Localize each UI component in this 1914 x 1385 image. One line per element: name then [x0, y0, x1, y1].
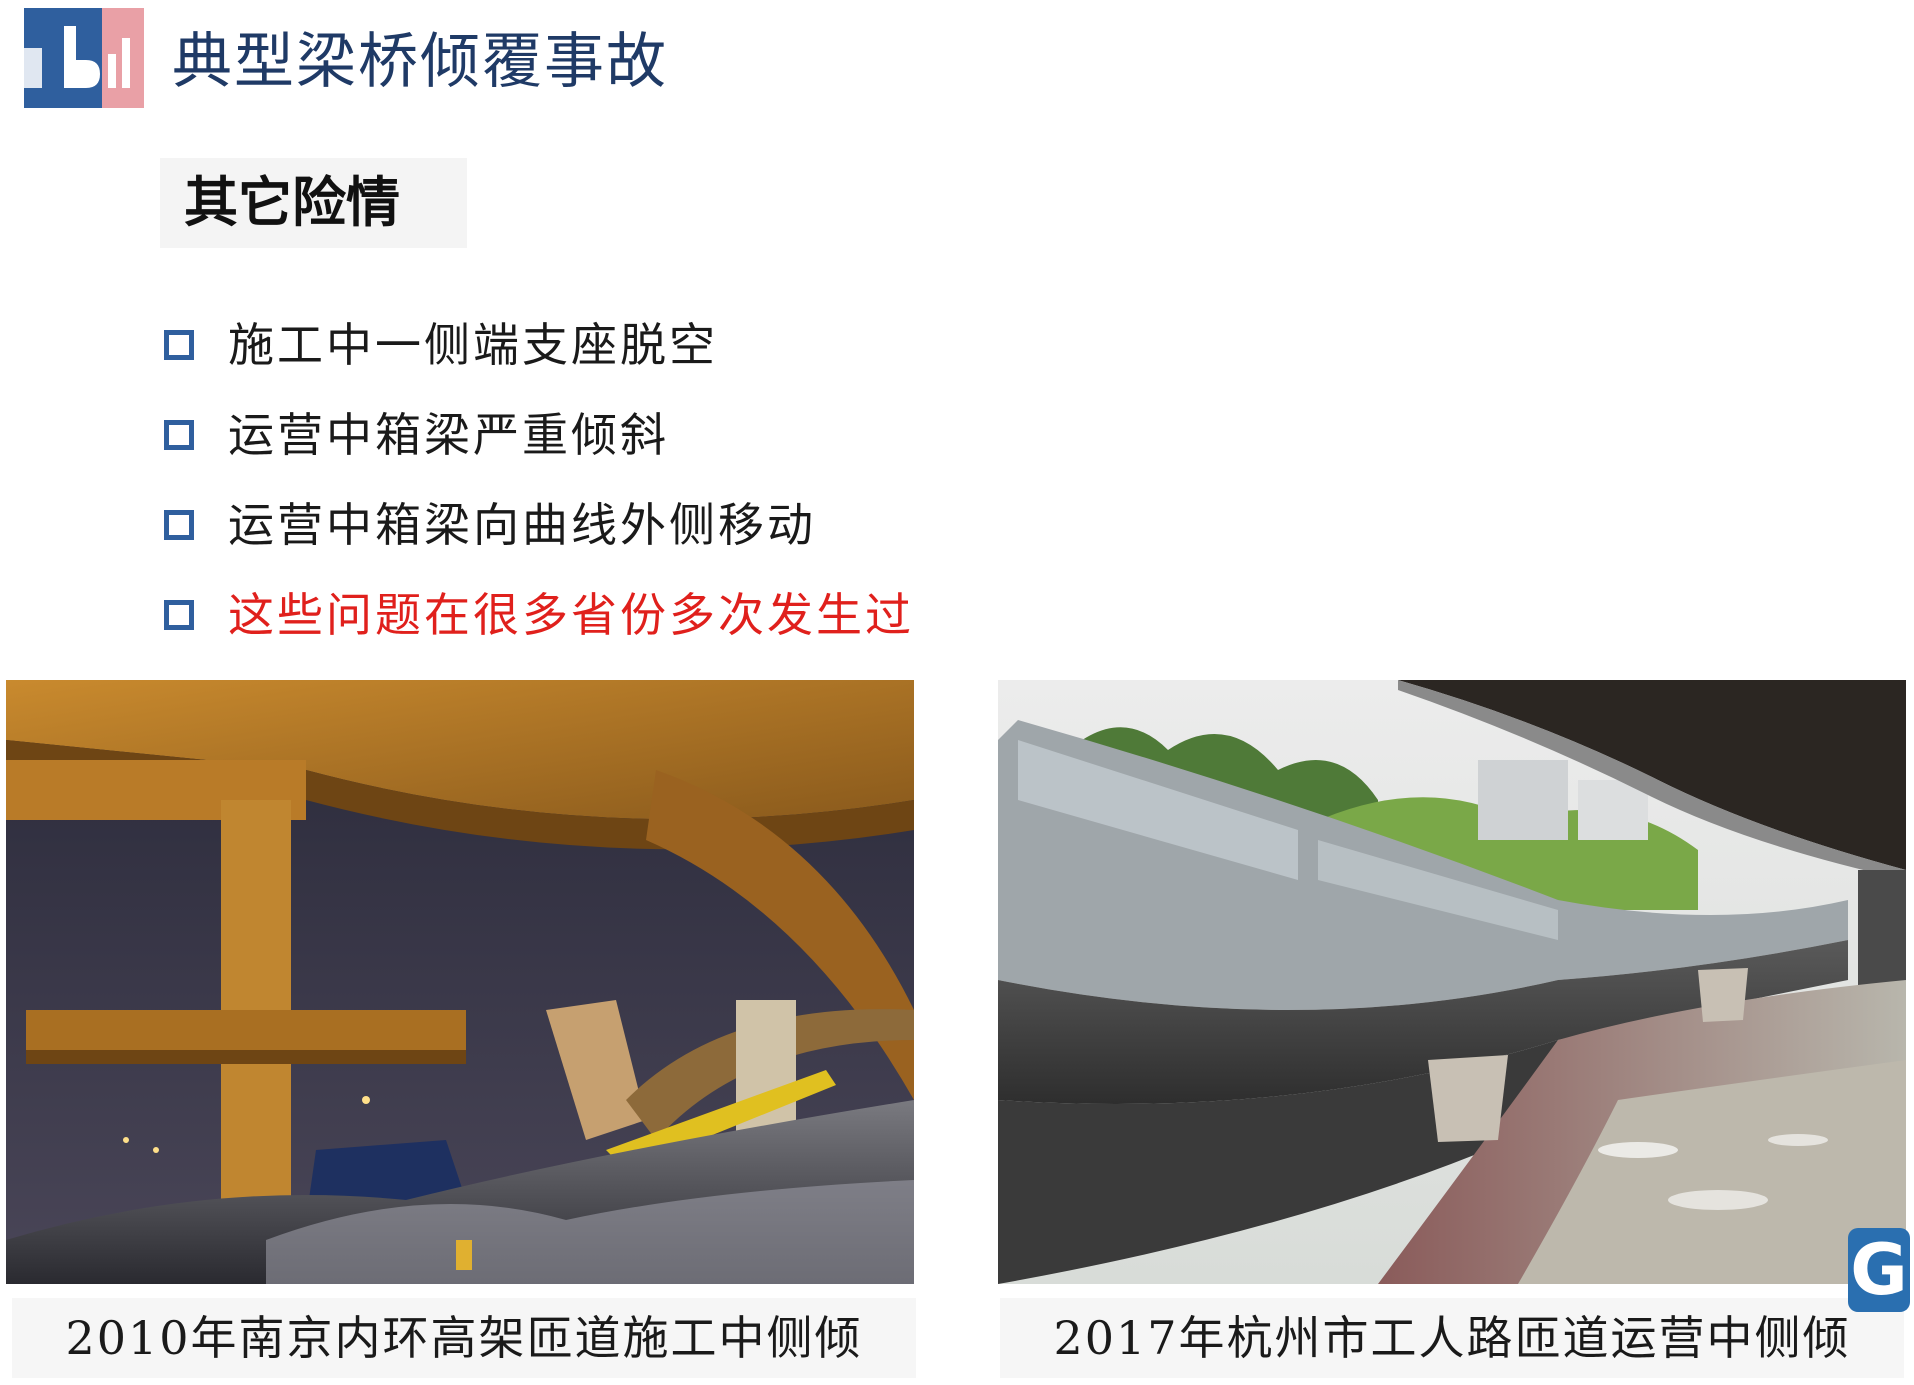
g-watermark-icon: G: [1848, 1228, 1910, 1312]
bullet-text: 运营中箱梁向曲线外侧移动: [228, 498, 816, 552]
square-bullet-icon: [164, 330, 194, 360]
square-bullet-icon: [164, 510, 194, 540]
section-tag: 其它险情: [160, 158, 467, 248]
slide: 典型梁桥倾覆事故 其它险情 施工中一侧端支座脱空 运营中箱梁严重倾斜 运营中箱梁…: [0, 0, 1914, 1385]
bullet-list: 施工中一侧端支座脱空 运营中箱梁严重倾斜 运营中箱梁向曲线外侧移动 这些问题在很…: [164, 300, 914, 660]
night-bridge-collapse-photo: [6, 680, 914, 1284]
tilted-box-girder-photo: [998, 680, 1906, 1284]
bullet-text: 这些问题在很多省份多次发生过: [228, 588, 914, 642]
photo-caption-left: 2010年南京内环高架匝道施工中侧倾: [12, 1298, 916, 1378]
square-bullet-icon: [164, 420, 194, 450]
bullet-text: 施工中一侧端支座脱空: [228, 318, 718, 372]
slide-title: 典型梁桥倾覆事故: [172, 27, 668, 97]
square-bullet-icon: [164, 600, 194, 630]
bullet-item: 运营中箱梁严重倾斜: [164, 390, 914, 480]
bullet-item: 施工中一侧端支座脱空: [164, 300, 914, 390]
bullet-item: 运营中箱梁向曲线外侧移动: [164, 480, 914, 570]
photo-caption-right: 2017年杭州市工人路匝道运营中侧倾: [1000, 1298, 1904, 1378]
bilibili-logo-icon: [24, 8, 144, 108]
bullet-item-highlight: 这些问题在很多省份多次发生过: [164, 570, 914, 660]
bullet-text: 运营中箱梁严重倾斜: [228, 408, 669, 462]
